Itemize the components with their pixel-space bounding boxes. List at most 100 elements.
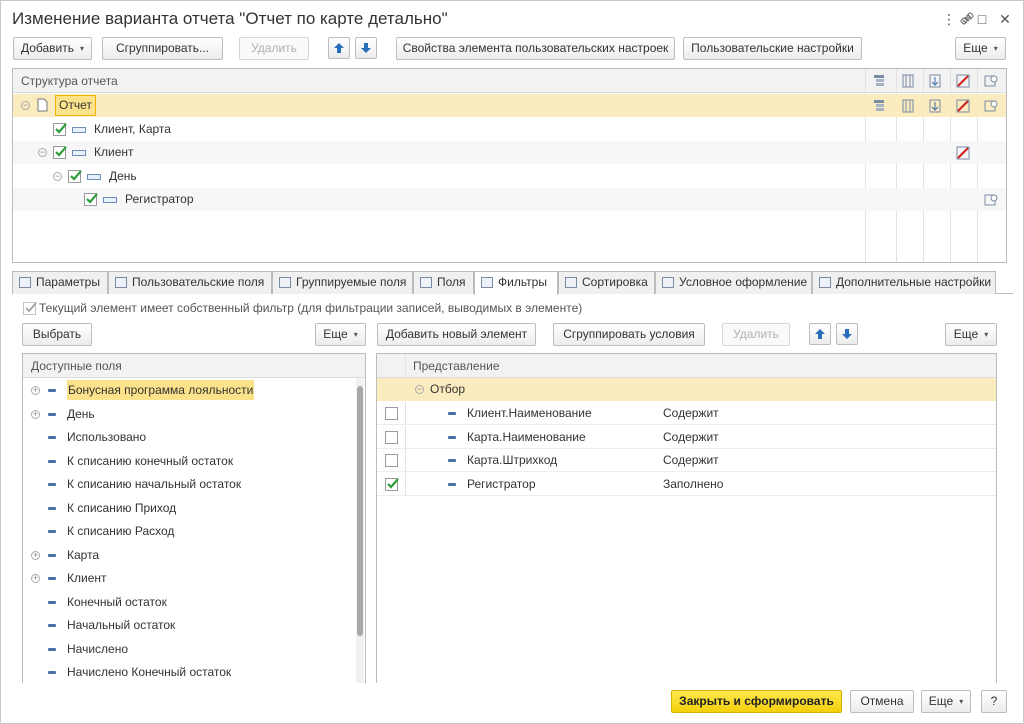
cancel-button[interactable]: Отмена [850,690,914,713]
maximize-icon[interactable]: □ [971,9,993,29]
field-icon [448,459,456,462]
available-field-label: Конечный остаток [67,594,167,609]
sort-icon[interactable] [928,74,942,88]
available-field-item[interactable]: К списанию Расход [23,520,365,543]
additional-settings-icon[interactable] [984,74,998,88]
available-field-item[interactable]: Начислено [23,638,365,661]
condition-field: Карта.Штрихкод [467,453,558,467]
filter-condition-row[interactable]: Клиент.Наименование Содержит [377,402,996,425]
collapse-icon[interactable]: − [21,101,30,110]
close-icon[interactable]: ✕ [994,9,1016,29]
available-field-item[interactable]: К списанию начальный остаток [23,473,365,496]
structure-row[interactable]: − Клиент [13,141,1006,164]
available-field-label: К списанию Расход [67,524,175,538]
available-field-item[interactable]: К списанию конечный остаток [23,450,365,473]
available-field-item[interactable]: Начальный остаток [23,614,365,637]
available-field-label: Начальный остаток [67,618,176,632]
tab-parameters[interactable]: Параметры [12,271,108,294]
structure-row-checkbox[interactable] [53,123,67,136]
filter-condition-row[interactable]: Регистратор Заполнено [377,472,996,496]
filter-group-row[interactable]: − Отбор [377,378,996,401]
structure-row-label: Клиент, Карта [94,122,171,136]
additional-settings-icon[interactable] [984,193,998,207]
delete-button[interactable]: Удалить [239,37,309,60]
field-icon [448,435,456,439]
field-icon [448,412,456,415]
more-right-button[interactable]: Еще ▾ [945,323,997,346]
conditional-format-icon[interactable] [956,146,970,160]
close-and-generate-button[interactable]: Закрыть и сформировать [671,690,842,713]
condition-checkbox[interactable] [385,477,399,491]
tab-fields[interactable]: Поля [413,271,474,294]
structure-row-checkbox[interactable] [68,170,82,183]
element-settings-button[interactable]: Свойства элемента пользовательских настр… [396,37,675,60]
more-button[interactable]: Еще ▾ [955,37,1006,60]
collapse-icon[interactable]: − [53,172,62,181]
add-button[interactable]: Добавить ▾ [13,37,92,60]
conditional-format-icon[interactable] [956,99,970,113]
delete-condition-button[interactable]: Удалить [722,323,790,346]
available-field-item[interactable]: К списанию Приход [23,497,365,520]
condition-checkbox[interactable] [385,454,398,467]
window-title: Изменение варианта отчета "Отчет по карт… [12,9,448,28]
more-left-button[interactable]: Еще ▾ [315,323,366,346]
filter-condition-row[interactable]: Карта.Штрихкод Содержит [377,449,996,472]
available-field-item[interactable]: + Бонусная программа лояльности [23,379,365,402]
additional-settings-icon[interactable] [984,99,998,113]
expand-icon[interactable]: + [31,386,40,395]
available-field-item[interactable]: + Карта [23,544,365,567]
tab-sorting[interactable]: Сортировка [558,271,655,294]
expand-icon[interactable]: + [31,409,40,419]
structure-row-checkbox[interactable] [53,146,67,159]
move-up-button[interactable] [328,37,350,59]
structure-row-report[interactable]: − Отчет [13,94,1006,117]
user-settings-button[interactable]: Пользовательские настройки [683,37,862,60]
tab-user-fields[interactable]: Пользовательские поля [108,271,272,294]
structure-row-checkbox[interactable] [84,193,98,206]
group-fields-icon[interactable] [872,74,886,88]
available-fields-panel: Доступные поля + Бонусная программа лояль… [22,353,366,683]
condition-checkbox[interactable] [385,430,398,444]
own-filter-checkbox[interactable] [23,302,37,315]
tab-conditional-format[interactable]: Условное оформление [655,271,812,294]
tab-additional-settings[interactable]: Дополнительные настройки [812,271,996,294]
structure-row[interactable]: Регистратор [13,188,1006,211]
add-new-element-button[interactable]: Добавить новый элемент [377,323,536,346]
expand-icon[interactable]: + [31,574,40,583]
group-button[interactable]: Сгруппировать... [102,37,223,60]
expand-icon[interactable]: + [31,550,40,560]
check-icon [25,302,37,313]
move-up-condition-button[interactable] [809,323,831,345]
arrow-down-icon [361,43,371,53]
condition-checkbox[interactable] [385,407,398,420]
move-down-button[interactable] [355,37,377,59]
available-field-label: Бонусная программа лояльности [67,380,255,400]
select-button[interactable]: Выбрать [22,323,92,346]
tab-filters[interactable]: Фильтры [474,271,558,295]
available-field-item[interactable]: Начислено Конечный остаток [23,661,365,683]
collapse-icon[interactable]: − [415,385,424,394]
structure-row[interactable]: Клиент, Карта [13,118,1006,141]
filter-condition-row[interactable]: Карта.Наименование Содержит [377,425,996,449]
conditional-format-icon [662,277,674,288]
available-field-item[interactable]: + День [23,403,365,426]
footer-more-button[interactable]: Еще ▾ [921,690,971,713]
check-icon [86,193,98,204]
available-field-label: Начислено [67,641,129,656]
group-conditions-button[interactable]: Сгруппировать условия [553,323,705,346]
available-field-item[interactable]: Конечный остаток [23,591,365,614]
collapse-icon[interactable]: − [38,148,47,157]
move-down-condition-button[interactable] [836,323,858,345]
structure-row[interactable]: − День [13,165,1006,188]
fields-icon[interactable] [901,74,915,88]
help-button[interactable]: ? [981,690,1007,713]
structure-panel: Структура отчета − Отчет Клиент, Карта −… [12,68,1007,263]
sort-icon[interactable] [928,99,942,113]
fields-icon[interactable] [901,99,915,113]
available-field-item[interactable]: Использовано [23,426,365,449]
tab-grouping-fields[interactable]: Группируемые поля [272,271,413,294]
conditional-format-icon[interactable] [956,74,970,88]
check-icon [55,123,67,134]
available-field-item[interactable]: + Клиент [23,567,365,590]
group-fields-icon[interactable] [872,99,886,113]
